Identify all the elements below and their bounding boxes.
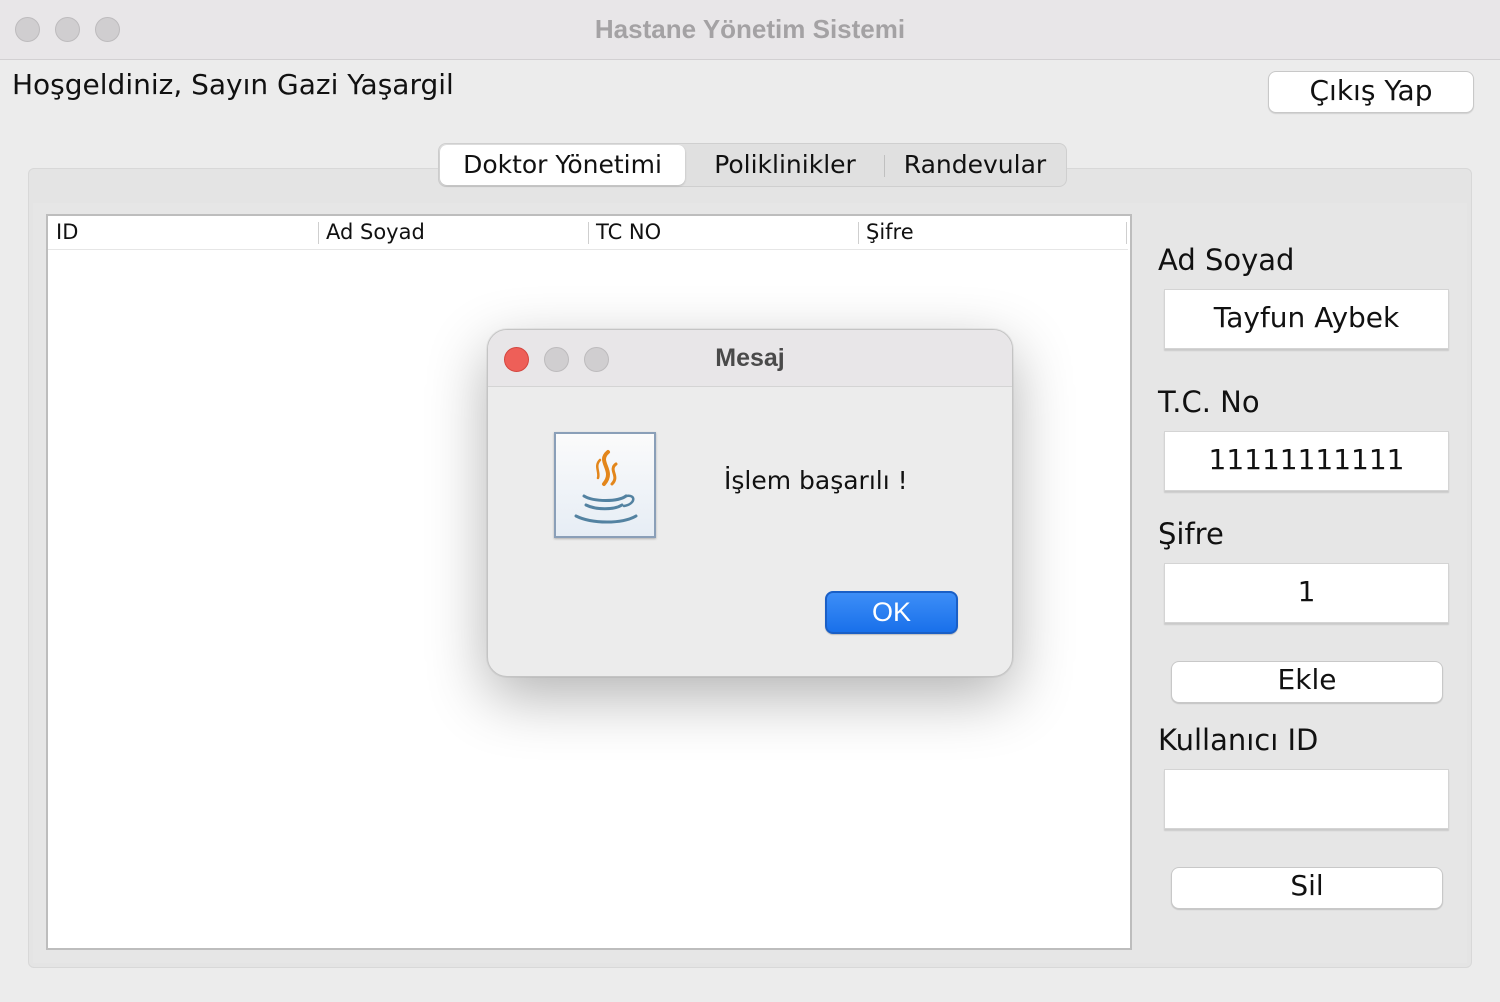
tab-doctor-management[interactable]: Doktor Yönetimi	[440, 145, 685, 185]
dialog-titlebar: Mesaj	[488, 330, 1012, 387]
ok-button[interactable]: OK	[825, 591, 958, 634]
window-title: Hastane Yönetim Sistemi	[594, 14, 906, 44]
add-button[interactable]: Ekle	[1171, 661, 1443, 703]
message-dialog: Mesaj İşlem başarılı ! OK	[487, 329, 1013, 677]
password-field[interactable]: 1	[1164, 563, 1449, 623]
tab-appointments[interactable]: Randevular	[885, 145, 1065, 185]
tc-field[interactable]: 11111111111	[1164, 431, 1449, 491]
tab-bar: Doktor Yönetimi Poliklinikler Randevular	[438, 143, 1067, 187]
column-divider[interactable]	[588, 222, 589, 244]
tab-polyclinics[interactable]: Poliklinikler	[685, 145, 885, 185]
column-header-tc[interactable]: TC NO	[596, 220, 661, 244]
java-icon	[554, 432, 656, 538]
logout-button[interactable]: Çıkış Yap	[1268, 71, 1474, 113]
dialog-message: İşlem başarılı !	[724, 466, 908, 495]
tc-label: T.C. No	[1158, 385, 1260, 419]
delete-button[interactable]: Sil	[1171, 867, 1443, 909]
column-divider[interactable]	[1126, 222, 1127, 244]
column-header-id[interactable]: ID	[56, 220, 78, 244]
column-divider[interactable]	[318, 222, 319, 244]
window-titlebar: Hastane Yönetim Sistemi	[0, 0, 1500, 60]
password-label: Şifre	[1158, 517, 1224, 551]
user-id-label: Kullanıcı ID	[1158, 723, 1319, 757]
welcome-text: Hoşgeldiniz, Sayın Gazi Yaşargil	[12, 68, 454, 101]
table-header: ID Ad Soyad TC NO Şifre	[48, 216, 1128, 250]
user-id-field[interactable]	[1164, 769, 1449, 829]
name-field[interactable]: Tayfun Aybek	[1164, 289, 1449, 349]
column-divider[interactable]	[858, 222, 859, 244]
name-label: Ad Soyad	[1158, 243, 1295, 277]
column-header-name[interactable]: Ad Soyad	[326, 220, 425, 244]
column-header-password[interactable]: Şifre	[866, 220, 914, 244]
dialog-title: Mesaj	[715, 344, 785, 372]
